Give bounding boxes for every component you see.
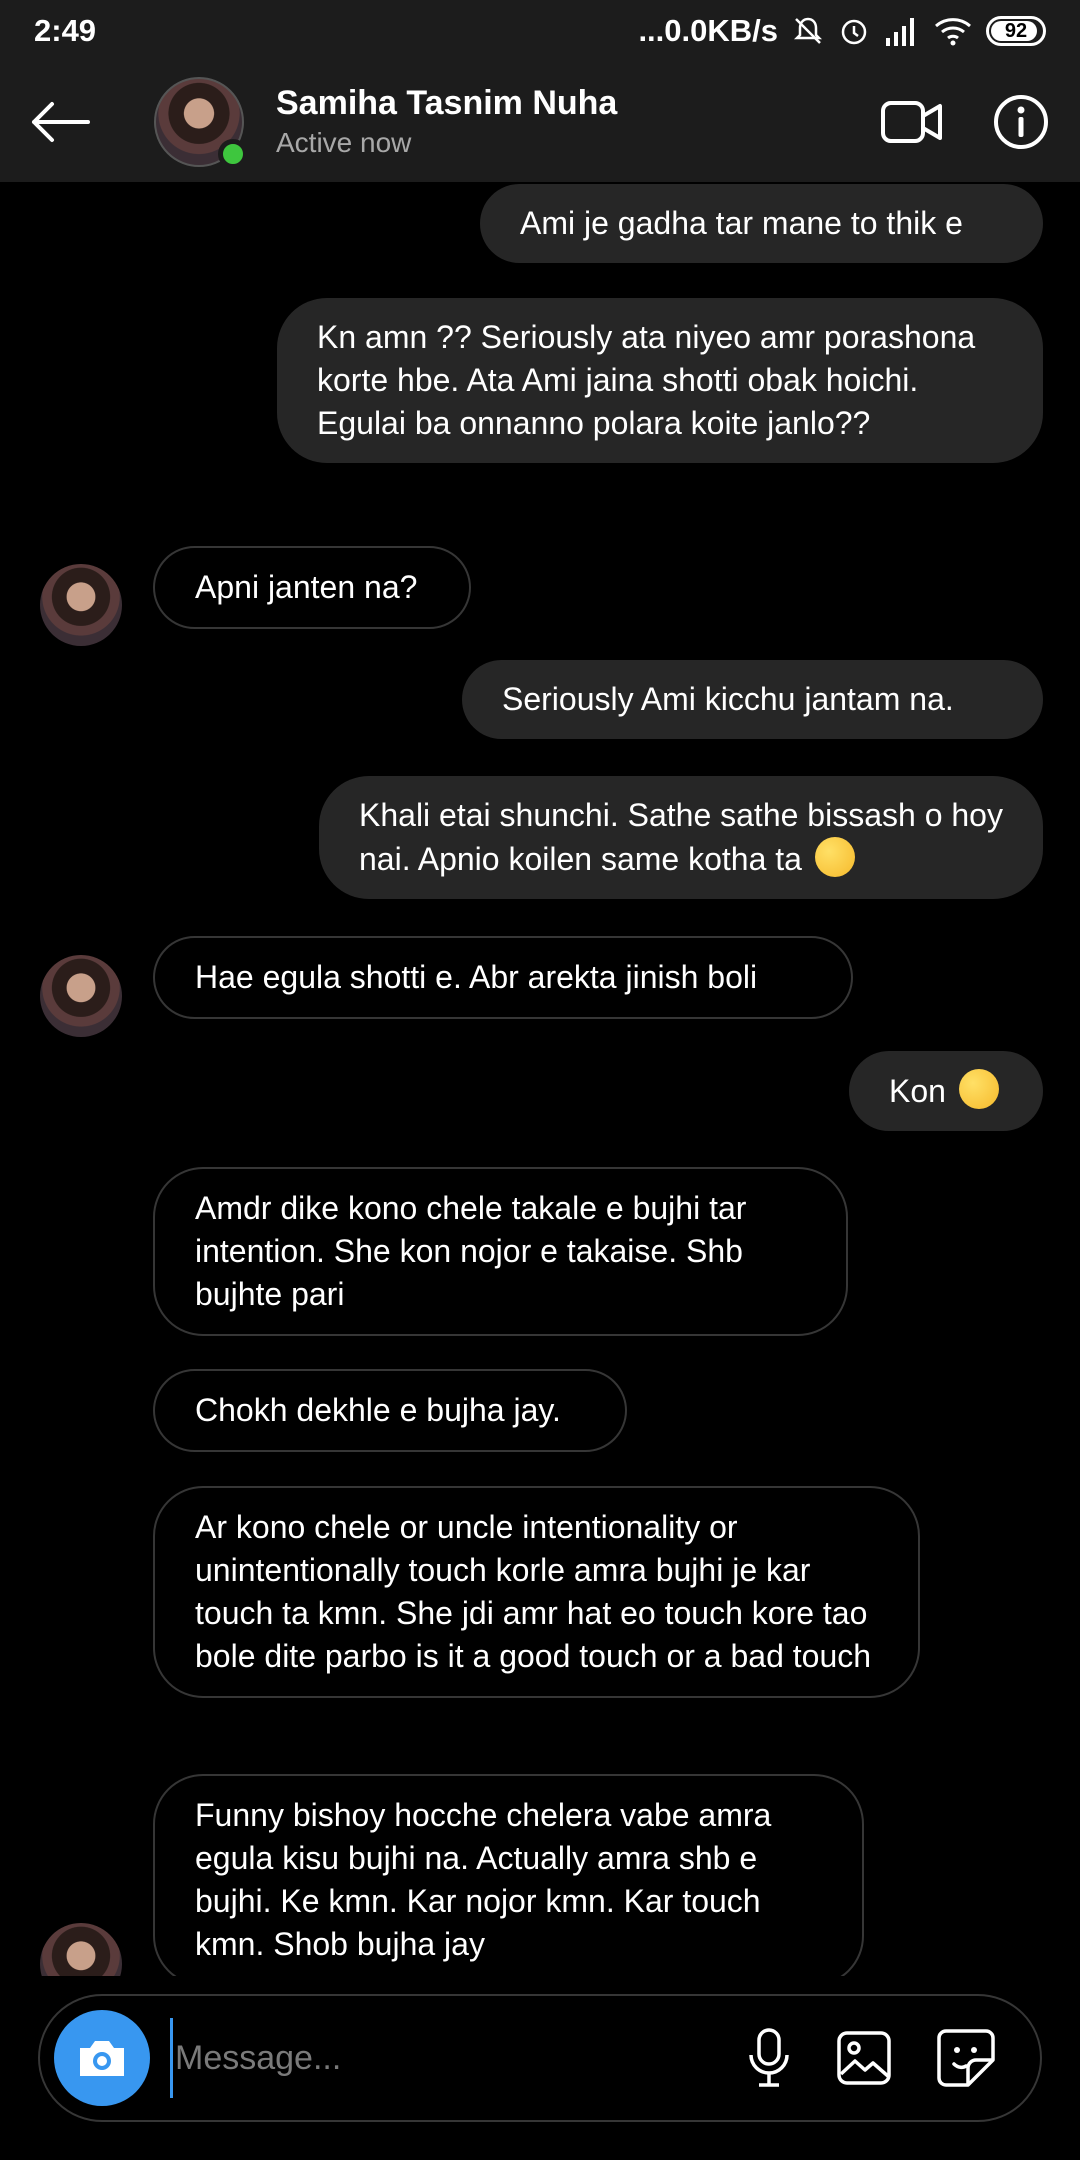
sticker-icon	[937, 2029, 995, 2087]
message-bubble-outgoing[interactable]: Khali etai shunchi. Sathe sathe bissash …	[319, 776, 1043, 899]
message-bubble-incoming[interactable]: Funny bishoy hocche chelera vabe amra eg…	[153, 1774, 864, 1976]
gallery-icon	[837, 2031, 891, 2085]
contact-status: Active now	[276, 127, 412, 158]
signal-icon	[884, 16, 920, 46]
status-bar: 2:49 ...0.0KB/s 92	[0, 0, 1080, 62]
voice-message-button[interactable]	[746, 2027, 792, 2089]
sticker-button[interactable]	[936, 2028, 996, 2088]
contact-info[interactable]: Samiha Tasnim Nuha Active now	[276, 82, 880, 162]
back-button[interactable]	[0, 62, 120, 182]
message-list[interactable]: Ami je gadha tar mane to thik e Kn amn ?…	[0, 182, 1080, 1976]
message-text: Kon	[889, 1073, 946, 1109]
microphone-icon	[749, 2028, 789, 2087]
wifi-icon	[934, 16, 972, 46]
chat-header: Samiha Tasnim Nuha Active now	[0, 62, 1080, 182]
network-speed: ...0.0KB/s	[638, 13, 778, 48]
back-arrow-icon	[32, 102, 90, 142]
message-bubble-incoming[interactable]: Amdr dike kono chele takale e bujhi tar …	[153, 1167, 848, 1336]
status-time: 2:49	[34, 13, 97, 48]
camera-icon	[80, 2041, 124, 2076]
message-bubble-outgoing[interactable]: Kon	[849, 1051, 1043, 1131]
contact-avatar[interactable]	[154, 77, 248, 169]
message-bubble-incoming[interactable]: Chokh dekhle e bujha jay.	[153, 1369, 627, 1452]
woozy-face-emoji-icon	[814, 837, 855, 877]
message-text: Seriously Ami kicchu jantam na.	[502, 681, 954, 717]
battery-icon: 92	[986, 16, 1046, 46]
contact-name: Samiha Tasnim Nuha	[276, 84, 618, 122]
message-text: Funny bishoy hocche chelera vabe amra eg…	[195, 1797, 772, 1962]
video-call-button[interactable]	[880, 98, 944, 146]
battery-level: 92	[1004, 19, 1028, 42]
alarm-icon	[838, 15, 870, 47]
message-bubble-incoming[interactable]: Hae egula shotti e. Abr arekta jinish bo…	[153, 936, 853, 1019]
message-text: Khali etai shunchi. Sathe sathe bissash …	[359, 797, 1003, 877]
message-input[interactable]	[170, 2018, 746, 2098]
message-text: Ami je gadha tar mane to thik e	[520, 205, 963, 241]
header-actions	[880, 93, 1050, 151]
message-text: Apni janten na?	[195, 569, 418, 605]
message-text: Amdr dike kono chele takale e bujhi tar …	[195, 1190, 747, 1312]
message-text: Hae egula shotti e. Abr arekta jinish bo…	[195, 959, 758, 995]
message-bubble-incoming[interactable]: Ar kono chele or uncle intentionality or…	[153, 1486, 920, 1698]
mute-icon	[792, 15, 824, 47]
sender-avatar[interactable]	[40, 1923, 122, 1976]
sender-avatar[interactable]	[40, 955, 122, 1037]
camera-button[interactable]	[54, 2010, 150, 2106]
message-bubble-outgoing[interactable]: Ami je gadha tar mane to thik e	[480, 184, 1043, 263]
message-composer	[38, 1994, 1042, 2122]
smiling-face-emoji-icon	[958, 1069, 999, 1109]
message-bubble-outgoing[interactable]: Kn amn ?? Seriously ata niyeo amr porash…	[277, 298, 1043, 463]
composer-actions	[746, 2027, 996, 2089]
sender-avatar[interactable]	[40, 564, 122, 646]
info-icon	[994, 95, 1048, 149]
video-camera-icon	[881, 101, 942, 143]
dm-screen: 2:49 ...0.0KB/s 92 Samiha Tasnim Nuha Ac…	[0, 0, 1080, 2160]
message-text: Ar kono chele or uncle intentionality or…	[195, 1509, 872, 1674]
message-text: Chokh dekhle e bujha jay.	[195, 1392, 561, 1428]
online-indicator	[218, 139, 248, 169]
info-button[interactable]	[992, 93, 1050, 151]
message-bubble-incoming[interactable]: Apni janten na?	[153, 546, 471, 629]
status-icons: ...0.0KB/s 92	[638, 13, 1046, 49]
message-bubble-outgoing[interactable]: Seriously Ami kicchu jantam na.	[462, 660, 1043, 739]
message-text: Kn amn ?? Seriously ata niyeo amr porash…	[317, 319, 976, 441]
gallery-button[interactable]	[836, 2030, 892, 2086]
